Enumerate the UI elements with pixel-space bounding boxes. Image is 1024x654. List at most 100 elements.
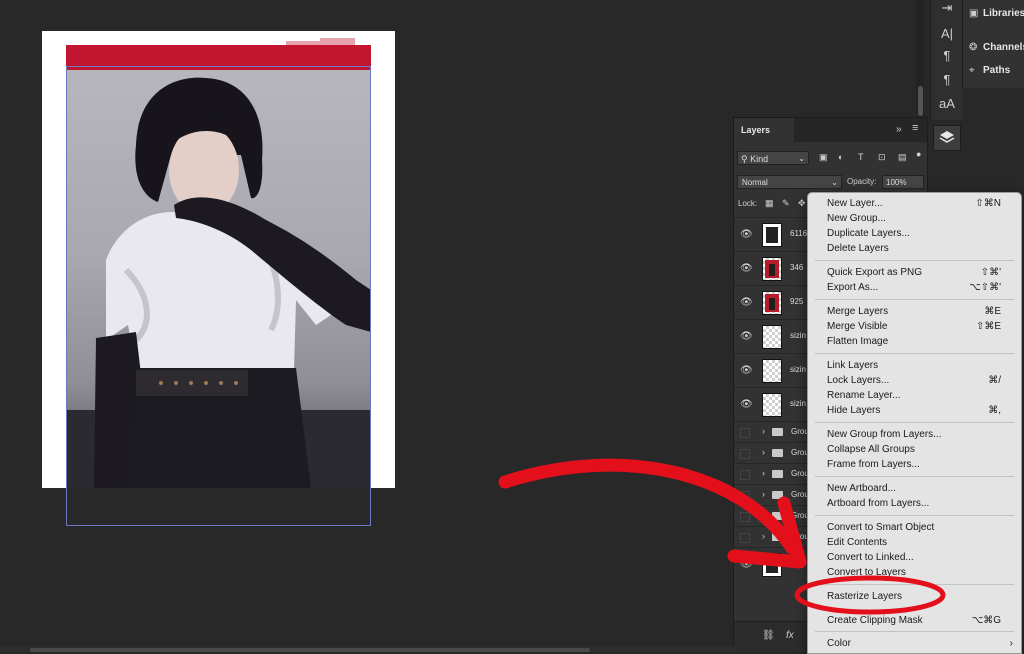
paragraph-styles-icon[interactable]: ¶	[931, 72, 963, 87]
pixel-filter-icon[interactable]: ▣	[819, 152, 828, 163]
menu-item-collapse-all-groups[interactable]: Collapse All Groups	[808, 442, 1021, 457]
menu-item-frame-from-layers[interactable]: Frame from Layers...	[808, 457, 1021, 472]
type-filter-icon[interactable]: T	[858, 152, 864, 162]
layer-thumbnail	[762, 257, 782, 281]
smart-object-filter-icon[interactable]: ▤	[898, 152, 907, 163]
panel-tab-bar: Layers » ≡	[734, 118, 927, 142]
folder-icon	[772, 470, 783, 478]
menu-item-hide-layers[interactable]: Hide Layers ⌘,	[808, 403, 1021, 418]
chevron-right-icon[interactable]: ›	[762, 510, 765, 520]
menu-separator	[815, 631, 1014, 632]
menu-item-convert-to-layers[interactable]: Convert to Layers	[808, 565, 1021, 580]
menu-item-rasterize-layers[interactable]: Rasterize Layers	[808, 589, 1021, 604]
menu-separator	[815, 353, 1014, 354]
tab-layers[interactable]: Layers	[734, 118, 794, 142]
menu-item-rename-layer[interactable]: Rename Layer...	[808, 388, 1021, 403]
horizontal-scrollbar[interactable]	[30, 648, 590, 652]
submenu-arrow-icon: ›	[1009, 638, 1013, 649]
chevron-right-icon[interactable]: ›	[762, 447, 765, 457]
menu-item-color[interactable]: Color ›	[808, 636, 1021, 651]
menu-item-merge-visible[interactable]: Merge Visible ⇧⌘E	[808, 319, 1021, 334]
panel-menu-icon[interactable]: ≡	[912, 122, 918, 134]
menu-item-convert-to-linked[interactable]: Convert to Linked...	[808, 550, 1021, 565]
lock-transparency-icon[interactable]: ▦	[765, 198, 774, 209]
artboard-bounds	[66, 66, 371, 526]
fx-icon[interactable]: fx	[786, 630, 794, 641]
opacity-field[interactable]: 100%	[882, 175, 924, 189]
menu-item-merge-layers[interactable]: Merge Layers ⌘E	[808, 304, 1021, 319]
visibility-toggle[interactable]	[740, 533, 750, 543]
menu-item-edit-contents[interactable]: Edit Contents	[808, 535, 1021, 550]
folder-icon	[772, 512, 783, 520]
shape-filter-icon[interactable]: ⊡	[878, 152, 886, 163]
side-panels: ▣ Libraries ❂ Channels ⌖ Paths	[962, 0, 1024, 88]
panel-dock-scrollbar[interactable]	[918, 86, 923, 116]
menu-item-lock-layers[interactable]: Lock Layers... ⌘/	[808, 373, 1021, 388]
layer-thumbnail	[762, 223, 782, 247]
menu-item-export-as[interactable]: Export As... ⌥⇧⌘'	[808, 280, 1021, 295]
filter-toggle-icon[interactable]: ●	[916, 149, 921, 159]
layers-icon	[939, 131, 955, 143]
chevron-right-icon[interactable]: ›	[762, 531, 765, 541]
visibility-toggle[interactable]	[740, 491, 750, 501]
visibility-eye-icon[interactable]: 👁	[740, 331, 753, 342]
visibility-eye-icon[interactable]: 👁	[740, 263, 753, 274]
chevron-down-icon: ⌄	[831, 178, 838, 187]
menu-item-new-group[interactable]: New Group...	[808, 211, 1021, 226]
character-icon[interactable]: A|	[931, 26, 963, 41]
menu-separator	[815, 584, 1014, 585]
libraries-tab[interactable]: ▣ Libraries	[969, 8, 1024, 19]
paragraph-icon[interactable]: ¶	[931, 48, 963, 63]
layer-thumbnail	[762, 393, 782, 417]
paths-tab[interactable]: ⌖ Paths	[969, 65, 1010, 76]
layer-thumbnail	[762, 325, 782, 349]
link-icon[interactable]: ⛓	[762, 630, 775, 641]
collapse-icon[interactable]: »	[896, 124, 902, 135]
menu-item-duplicate-layers[interactable]: Duplicate Layers...	[808, 226, 1021, 241]
chevron-down-icon: ⌄	[798, 154, 805, 163]
adjustment-filter-icon[interactable]: ◐	[838, 152, 843, 162]
visibility-toggle[interactable]	[740, 449, 750, 459]
channels-tab[interactable]: ❂ Channels	[969, 42, 1024, 53]
chevron-right-icon[interactable]: ›	[762, 468, 765, 478]
visibility-toggle[interactable]	[740, 512, 750, 522]
blend-mode-select[interactable]: Normal ⌄	[737, 175, 842, 189]
lock-pixels-icon[interactable]: ✎	[782, 198, 790, 209]
layer-thumbnail	[762, 359, 782, 383]
menu-separator	[815, 299, 1014, 300]
menu-collapse-icon[interactable]: ⇥	[931, 0, 963, 16]
menu-item-new-artboard[interactable]: New Artboard...	[808, 481, 1021, 496]
menu-item-artboard-from-layers[interactable]: Artboard from Layers...	[808, 496, 1021, 511]
menu-item-quick-export-png[interactable]: Quick Export as PNG ⇧⌘'	[808, 265, 1021, 280]
layer-thumbnail	[762, 291, 782, 315]
menu-item-new-group-from-layers[interactable]: New Group from Layers...	[808, 427, 1021, 442]
collapsed-panel-icons: ⇥ A| ¶ ¶ aA	[930, 0, 963, 120]
menu-separator	[815, 476, 1014, 477]
menu-item-delete-layers[interactable]: Delete Layers	[808, 241, 1021, 256]
glyphs-icon[interactable]: aA	[931, 96, 963, 111]
folder-icon	[772, 449, 783, 457]
menu-item-create-clipping-mask[interactable]: Create Clipping Mask ⌥⌘G	[808, 613, 1021, 628]
menu-item-link-layers[interactable]: Link Layers	[808, 358, 1021, 373]
layer-thumbnail	[762, 553, 782, 577]
libraries-icon: ▣	[969, 8, 979, 19]
visibility-eye-icon[interactable]: 👁	[740, 399, 753, 410]
menu-item-new-layer[interactable]: New Layer... ⇧⌘N	[808, 196, 1021, 211]
lock-label: Lock:	[738, 199, 758, 208]
visibility-eye-icon[interactable]: 👁	[740, 297, 753, 308]
channels-icon: ❂	[969, 42, 978, 53]
visibility-eye-icon[interactable]: 👁	[740, 365, 753, 376]
filter-kind-select[interactable]: ⚲ Kind ⌄	[737, 151, 809, 165]
menu-item-flatten-image[interactable]: Flatten Image	[808, 334, 1021, 349]
visibility-eye-icon[interactable]: 👁	[740, 559, 753, 570]
layers-panel-button[interactable]	[933, 125, 961, 151]
menu-item-convert-to-smart-object[interactable]: Convert to Smart Object	[808, 520, 1021, 535]
chevron-right-icon[interactable]: ›	[762, 489, 765, 499]
visibility-toggle[interactable]	[740, 470, 750, 480]
lock-position-icon[interactable]: ✥	[798, 198, 806, 209]
visibility-toggle[interactable]	[740, 428, 750, 438]
chevron-right-icon[interactable]: ›	[762, 426, 765, 436]
menu-separator	[815, 515, 1014, 516]
menu-separator	[815, 422, 1014, 423]
visibility-eye-icon[interactable]: 👁	[740, 229, 753, 240]
